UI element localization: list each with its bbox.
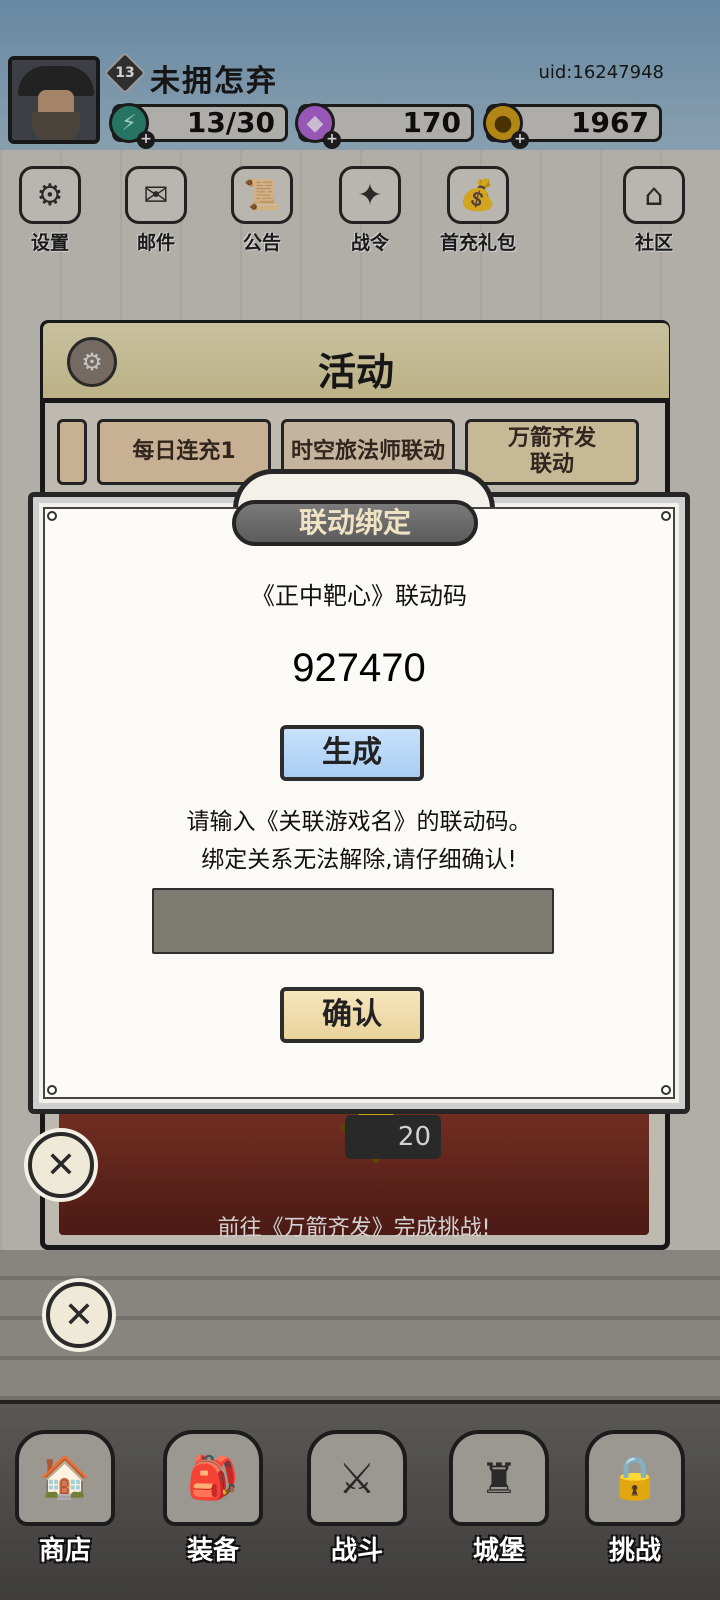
nav-equipment[interactable]: 🎒 装备	[148, 1430, 278, 1600]
nav-equipment-label: 装备	[186, 1536, 239, 1566]
nav-shop-label: 商店	[38, 1536, 91, 1566]
dialog-title: 联动绑定	[232, 500, 478, 546]
hint-line-1: 请输入《关联游戏名》的联动码。	[186, 809, 532, 835]
rivet-icon	[661, 1085, 671, 1095]
close-activity-button[interactable]: ✕	[46, 1282, 112, 1348]
lock-icon: 🔒	[585, 1430, 685, 1526]
rivet-icon	[47, 511, 57, 521]
nav-castle-label: 城堡	[472, 1536, 525, 1566]
link-code-label: 《正中靶心》联动码	[251, 582, 467, 610]
confirm-button[interactable]: 确认	[280, 987, 424, 1043]
shop-icon: 🏠	[15, 1430, 115, 1526]
close-icon: ✕	[45, 1144, 77, 1186]
link-code-input[interactable]	[152, 888, 554, 954]
nav-battle-label: 战斗	[330, 1536, 383, 1566]
hint-line-2: 绑定关系无法解除,请仔细确认!	[201, 847, 517, 873]
backpack-icon: 🎒	[163, 1430, 263, 1526]
rivet-icon	[661, 511, 671, 521]
close-icon: ✕	[63, 1294, 95, 1336]
close-dialog-button[interactable]: ✕	[28, 1132, 94, 1198]
link-code-value: 927470	[292, 646, 426, 690]
nav-shop[interactable]: 🏠 商店	[0, 1430, 130, 1600]
nav-challenge-label: 挑战	[608, 1536, 661, 1566]
rivet-icon	[47, 1085, 57, 1095]
crossed-swords-icon: ⚔	[307, 1430, 407, 1526]
nav-challenge[interactable]: 🔒 挑战	[570, 1430, 700, 1600]
nav-battle[interactable]: ⚔ 战斗	[292, 1430, 422, 1600]
castle-icon: ♜	[449, 1430, 549, 1526]
generate-button[interactable]: 生成	[280, 725, 424, 781]
nav-castle[interactable]: ♜ 城堡	[434, 1430, 564, 1600]
